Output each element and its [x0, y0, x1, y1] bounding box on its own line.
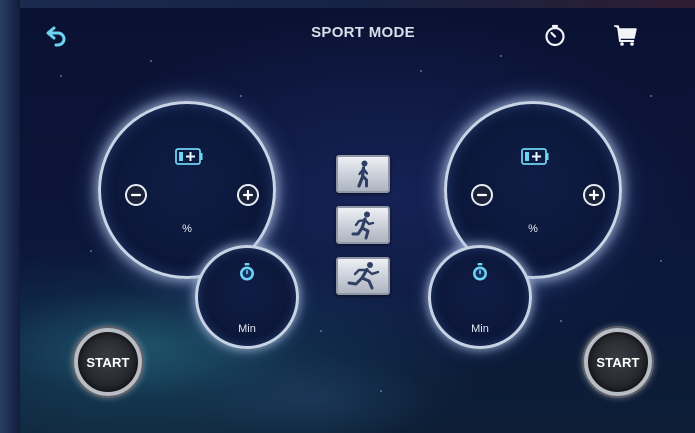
right-increase-button[interactable] [583, 184, 605, 206]
left-start-label: START [86, 354, 130, 370]
background-star [150, 60, 152, 62]
plus-icon [588, 189, 600, 201]
left-start-button[interactable]: START [74, 328, 142, 396]
background-star [380, 390, 382, 392]
stopwatch-icon [545, 24, 565, 47]
mode-walk-button[interactable] [336, 155, 390, 193]
jogging-icon [351, 211, 375, 240]
background-star [650, 95, 652, 97]
background-star [500, 55, 502, 57]
right-start-label: START [596, 354, 640, 370]
left-timer-unit: Min [238, 323, 256, 335]
background-star [90, 250, 92, 252]
background-star [420, 70, 422, 72]
left-decrease-button[interactable] [125, 184, 147, 206]
back-arrow-icon [46, 26, 66, 47]
right-timer-dial[interactable]: Min [428, 245, 532, 349]
page-title: SPORT MODE [311, 24, 415, 41]
right-timer-unit: Min [471, 323, 489, 335]
right-start-button[interactable]: START [584, 328, 652, 396]
battery-icon [175, 148, 203, 165]
battery-icon [521, 148, 549, 165]
timer-button[interactable] [542, 22, 568, 48]
stopwatch-icon [473, 263, 487, 281]
minus-icon [130, 193, 142, 197]
left-power-unit: % [182, 223, 192, 235]
background-star [60, 75, 62, 77]
background-star [560, 320, 562, 322]
left-edge-strip [0, 0, 20, 433]
cart-icon [614, 25, 637, 46]
top-edge-bar [20, 0, 695, 8]
background-star [660, 260, 662, 262]
background-star [320, 330, 322, 332]
minus-icon [476, 193, 488, 197]
sport-mode-screen: SPORT MODE % Min % Min START START [0, 0, 695, 433]
plus-icon [242, 189, 254, 201]
right-power-unit: % [528, 223, 538, 235]
mode-run-button[interactable] [336, 257, 390, 295]
mode-jog-button[interactable] [336, 206, 390, 244]
background-star [240, 95, 242, 97]
walking-icon [357, 160, 369, 188]
right-decrease-button[interactable] [471, 184, 493, 206]
cart-button[interactable] [611, 22, 639, 48]
left-timer-dial[interactable]: Min [195, 245, 299, 349]
running-icon [347, 262, 380, 290]
stopwatch-icon [240, 263, 254, 281]
back-button[interactable] [44, 22, 70, 48]
left-increase-button[interactable] [237, 184, 259, 206]
